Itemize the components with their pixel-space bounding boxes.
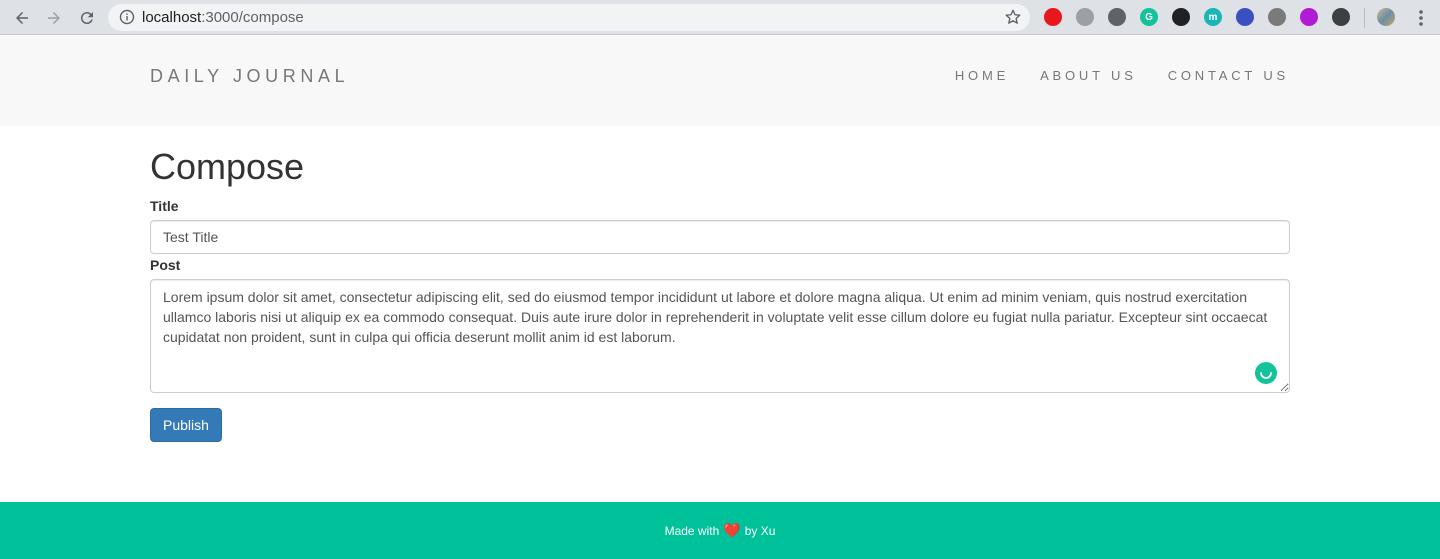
reload-button[interactable]	[75, 6, 99, 30]
post-label: Post	[150, 257, 181, 273]
brand-link[interactable]: DAILY JOURNAL	[150, 66, 349, 87]
arrow-right-icon	[48, 12, 60, 24]
record-icon[interactable]	[1172, 8, 1190, 26]
url-path: :3000/compose	[201, 9, 304, 26]
url-text[interactable]: localhost:3000/compose	[142, 9, 304, 26]
page-title: Compose	[150, 146, 305, 187]
arrow-left-icon	[16, 12, 28, 24]
footer-text-before: Made with	[664, 523, 720, 538]
nav-links: HOME ABOUT US CONTACT US	[924, 68, 1289, 83]
site-footer: Made with ❤️ by Xu	[0, 502, 1440, 559]
code-icon[interactable]	[1300, 8, 1318, 26]
adblock-icon[interactable]	[1044, 8, 1062, 26]
bookmark-star-icon[interactable]	[1004, 8, 1022, 26]
title-label: Title	[150, 198, 179, 214]
info-icon[interactable]	[119, 9, 135, 25]
pocket-like-icon[interactable]	[1108, 8, 1126, 26]
grammarly-check-icon	[1260, 372, 1272, 379]
heart-icon: ❤️	[723, 522, 741, 538]
reload-icon	[80, 12, 93, 25]
publish-button[interactable]: Publish	[150, 408, 222, 442]
shield-icon[interactable]	[1332, 8, 1350, 26]
url-host: localhost	[142, 9, 202, 26]
more-menu-icon[interactable]	[1412, 8, 1430, 28]
toolbar-divider	[1364, 8, 1365, 28]
site-navbar: DAILY JOURNAL HOME ABOUT US CONTACT US	[0, 36, 1440, 126]
nav-about-us[interactable]: ABOUT US	[1040, 68, 1137, 83]
post-textarea[interactable]: Lorem ipsum dolor sit amet, consectetur …	[150, 279, 1290, 393]
window-icon[interactable]	[1236, 8, 1254, 26]
browser-toolbar: localhost:3000/compose Gm	[0, 0, 1440, 35]
network-icon[interactable]	[1076, 8, 1094, 26]
grammarly-icon[interactable]: G	[1140, 8, 1158, 26]
nav-home[interactable]: HOME	[955, 68, 1009, 83]
back-button[interactable]	[10, 6, 34, 30]
title-input[interactable]	[150, 220, 1290, 254]
bug-icon[interactable]	[1268, 8, 1286, 26]
footer-text-after: by Xu	[744, 523, 776, 538]
profile-avatar[interactable]	[1377, 8, 1395, 26]
grammarly-icon[interactable]	[1255, 362, 1277, 384]
address-bar[interactable]: localhost:3000/compose	[108, 4, 1030, 31]
compose-form: Compose Title Post Lorem ipsum dolor sit…	[150, 126, 1290, 442]
nav-contact-us[interactable]: CONTACT US	[1168, 68, 1289, 83]
forward-button[interactable]	[42, 6, 66, 30]
m-circle-icon[interactable]: m	[1204, 8, 1222, 26]
